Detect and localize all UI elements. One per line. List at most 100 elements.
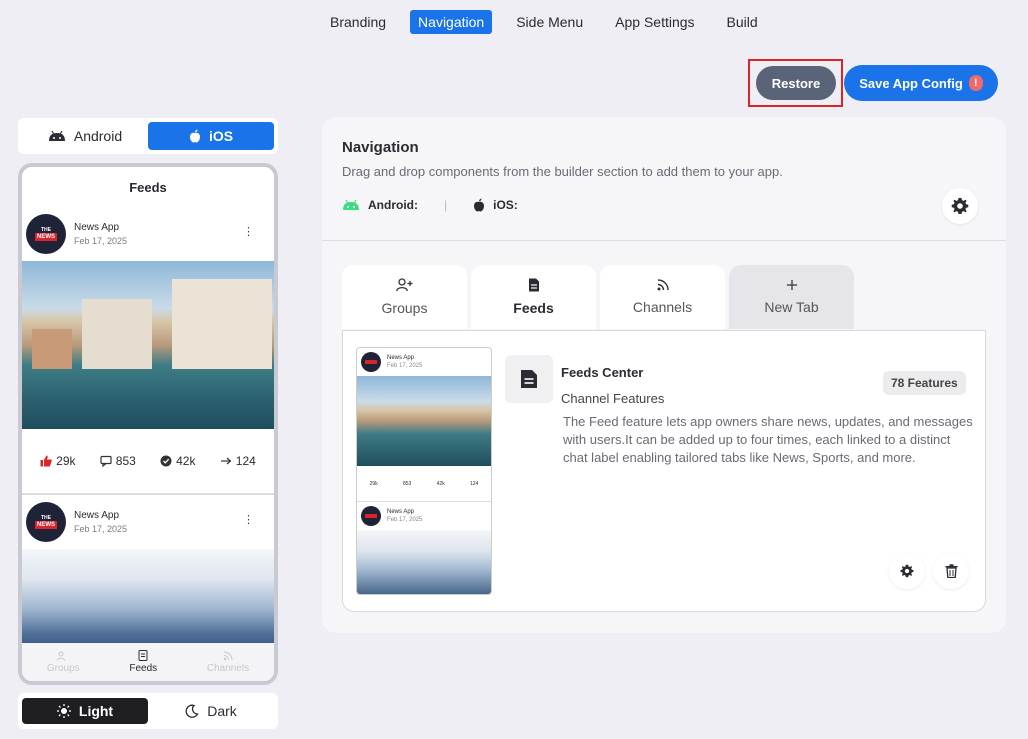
navigation-settings-button[interactable]	[942, 188, 978, 224]
document-icon	[138, 650, 148, 661]
panel-tab-new-tab[interactable]: New Tab	[729, 265, 854, 329]
avatar-text-bottom: NEWS	[35, 521, 57, 529]
phone-tab-groups[interactable]: Groups	[47, 651, 80, 674]
feature-title: Feeds Center	[561, 365, 644, 380]
panel-tab-new-tab-label: New Tab	[764, 299, 819, 315]
os-status-row: Android: | iOS:	[342, 198, 518, 212]
phone-tab-bar: Groups Feeds Channels	[22, 643, 274, 681]
avatar: THE NEWS	[26, 214, 66, 254]
post-header-2: THE NEWS News App Feb 17, 2025 ⋮	[22, 495, 274, 549]
gear-icon	[900, 564, 914, 578]
like-stat[interactable]: 29k	[40, 454, 76, 468]
warning-icon: !	[968, 75, 983, 91]
theme-dark-option[interactable]: Dark	[148, 698, 274, 724]
theme-light-label: Light	[78, 703, 114, 719]
mini-post-header: News App Feb 17, 2025	[357, 348, 491, 376]
phone-preview: Feeds THE NEWS News App Feb 17, 2025 ⋮ 2…	[18, 163, 278, 685]
panel-subtitle: Drag and drop components from the builde…	[342, 164, 783, 179]
mini-like-count: 29k	[369, 480, 378, 487]
mini-image-venice	[357, 376, 491, 466]
panel-tab-channels-label: Channels	[632, 299, 693, 315]
panel-tab-feeds-label: Feeds	[513, 300, 554, 316]
save-app-config-button[interactable]: Save App Config !	[844, 65, 998, 101]
mini-post-header-2: News App Feb 17, 2025	[357, 502, 491, 530]
panel-tab-groups[interactable]: Groups	[342, 265, 467, 329]
more-options-icon[interactable]: ⋮	[243, 225, 254, 238]
theme-light-option[interactable]: Light	[22, 698, 148, 724]
avatar: THE NEWS	[26, 502, 66, 542]
mini-verified-count: 42k	[436, 480, 445, 487]
post-date: Feb 17, 2025	[74, 236, 128, 246]
feature-icon-box	[505, 355, 553, 403]
rss-icon	[657, 279, 669, 291]
panel-tabs: Groups Feeds Channels New Tab	[342, 265, 854, 329]
panel-tab-groups-label: Groups	[381, 300, 428, 316]
feature-card: News App Feb 17, 2025 29k 853 42k 124 Ne…	[342, 330, 986, 612]
platform-toggle: Android iOS	[18, 118, 278, 154]
ios-label: iOS	[208, 128, 234, 144]
phone-tab-channels[interactable]: Channels	[207, 651, 249, 674]
save-button-label: Save App Config	[859, 75, 963, 91]
mini-comment-count: 853	[403, 480, 412, 487]
navigation-panel: Navigation Drag and drop components from…	[322, 117, 1006, 633]
phone-tab-feeds[interactable]: Feeds	[129, 650, 157, 674]
tab-build[interactable]: Build	[719, 10, 766, 34]
sun-icon	[56, 704, 71, 718]
panel-tab-channels[interactable]: Channels	[600, 265, 725, 329]
phone-tab-channels-label: Channels	[206, 662, 250, 674]
phone-title: Feeds	[129, 179, 167, 195]
post-image-mountain	[22, 549, 274, 649]
comment-count: 853	[115, 454, 136, 468]
platform-android-option[interactable]: Android	[22, 122, 148, 150]
mini-avatar	[361, 352, 381, 372]
moon-icon	[185, 704, 199, 718]
arrow-right-icon	[220, 457, 232, 465]
more-options-icon[interactable]: ⋮	[243, 513, 254, 526]
mini-share-count: 124	[470, 480, 479, 487]
feature-settings-button[interactable]	[889, 553, 925, 589]
avatar-text-bottom: NEWS	[35, 233, 57, 241]
check-badge-icon	[160, 455, 172, 467]
feature-preview-thumbnail: News App Feb 17, 2025 29k 853 42k 124 Ne…	[356, 347, 492, 595]
feature-count-badge: 78 Features	[883, 371, 966, 395]
share-stat[interactable]: 124	[220, 454, 256, 468]
panel-tab-feeds[interactable]: Feeds	[471, 265, 596, 329]
comment-icon	[100, 455, 112, 467]
document-icon	[521, 370, 537, 388]
panel-title: Navigation	[342, 139, 419, 156]
android-label: Android	[73, 128, 123, 144]
ios-status-label: iOS:	[493, 198, 518, 212]
verified-count: 42k	[176, 454, 196, 468]
platform-ios-option[interactable]: iOS	[148, 122, 274, 150]
phone-tab-groups-label: Groups	[46, 662, 80, 674]
trash-icon	[945, 564, 957, 578]
apple-icon	[474, 198, 485, 212]
post-image-venice	[22, 261, 274, 429]
mini-image-mountain	[357, 530, 491, 594]
top-navigation: Branding Navigation Side Menu App Settin…	[322, 10, 776, 34]
verified-stat[interactable]: 42k	[160, 454, 195, 468]
rss-icon	[223, 651, 233, 660]
gear-icon	[951, 198, 969, 214]
tab-side-menu[interactable]: Side Menu	[508, 10, 591, 34]
apple-icon	[189, 129, 200, 143]
separator: |	[444, 198, 448, 212]
user-plus-icon	[57, 651, 66, 661]
android-status-label: Android:	[368, 198, 418, 212]
tab-navigation[interactable]: Navigation	[410, 10, 493, 34]
mini-post-author: News App	[387, 509, 415, 515]
post-author: News App	[74, 222, 120, 233]
mini-post-stats: 29k 853 42k 124	[357, 466, 491, 502]
mini-post-author: News App	[387, 355, 415, 361]
tab-branding[interactable]: Branding	[322, 10, 394, 34]
restore-button[interactable]: Restore	[756, 66, 836, 100]
mini-avatar	[361, 506, 381, 526]
comment-stat[interactable]: 853	[100, 454, 136, 468]
feature-subtitle: Channel Features	[561, 391, 665, 406]
tab-app-settings[interactable]: App Settings	[607, 10, 702, 34]
post-stats: 29k 853 42k 124	[22, 429, 274, 495]
feature-delete-button[interactable]	[933, 553, 969, 589]
post-date: Feb 17, 2025	[74, 524, 128, 534]
plus-icon	[786, 280, 797, 290]
theme-toggle: Light Dark	[18, 693, 278, 729]
